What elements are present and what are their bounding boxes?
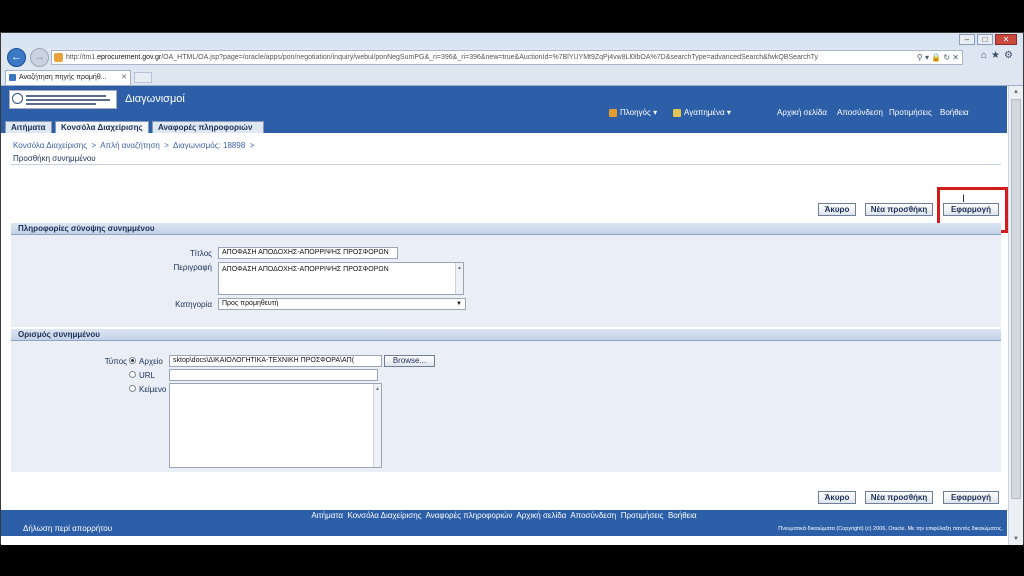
global-link-help[interactable]: Βοήθεια <box>940 108 969 117</box>
back-button[interactable]: ← <box>7 48 26 67</box>
summary-section: Πληροφορίες σύνοψης συνημμένου Τίτλος ΑΠ… <box>11 223 1001 327</box>
title-label: Τίτλος <box>189 249 212 258</box>
breadcrumb-tender[interactable]: Διαγωνισμός: 18898 <box>173 141 245 150</box>
url-domain: eprocurement.gov.gr <box>97 54 162 61</box>
text-cursor-icon: I <box>962 193 966 205</box>
footer-link-logout[interactable]: Αποσύνδεση <box>570 511 616 520</box>
add-another-button-bottom[interactable]: Νέα προσθήκη <box>865 491 933 504</box>
text-scrollbar[interactable]: ▲ <box>373 384 381 467</box>
close-window-button[interactable]: ✕ <box>995 34 1017 45</box>
url-path: /OA_HTML/OA.jsp?page=/oracle/apps/pon/ne… <box>161 54 819 61</box>
url-prefix: http://tm1. <box>66 54 98 61</box>
cancel-button-top[interactable]: Άκυρο <box>818 203 856 216</box>
site-favicon-icon <box>54 53 63 62</box>
definition-section: Ορισμός συνημμένου Τύπος Αρχείο sktop\do… <box>11 329 1001 472</box>
web-page: Διαγωνισμοί Πλοηγός ▾ Αγαπημένα ▾ Αρχική… <box>1 86 1023 545</box>
global-link-preferences[interactable]: Προτιμήσεις <box>889 108 932 117</box>
summary-section-header: Πληροφορίες σύνοψης συνημμένου <box>11 223 1001 235</box>
window-titlebar: – □ ✕ <box>1 33 1023 47</box>
footer-links: Αιτήματα Κονσόλα Διαχείρισης Αναφορές πλ… <box>1 510 1007 522</box>
tab-reports[interactable]: Αναφορές πληροφοριών <box>152 121 264 133</box>
browser-window: – □ ✕ ← → http://tm1.eprocurement.gov.gr… <box>0 32 1024 545</box>
tab-close-icon[interactable]: ✕ <box>121 71 127 84</box>
radio-text[interactable] <box>129 385 136 392</box>
category-label: Κατηγορία <box>175 300 212 309</box>
footer-bar: Δήλωση περί απορρήτου Πνευματικά δικαιώμ… <box>1 522 1007 536</box>
minimize-button[interactable]: – <box>959 34 975 45</box>
breadcrumb-separator: > <box>91 141 97 150</box>
browser-tab[interactable]: Αναζήτηση πηγής προμήθ... ✕ <box>5 70 131 85</box>
favorites-menu[interactable]: Αγαπημένα ▾ <box>673 108 731 117</box>
page-title: Προσθήκη συνημμένου <box>13 154 96 163</box>
new-tab-button[interactable] <box>134 72 152 83</box>
description-textarea[interactable]: ΑΠΟΦΑΣΗ ΑΠΟΔΟΧΗΣ-ΑΠΟΡΡΙΨΗΣ ΠΡΟΣΦΟΡΩΝ ▲▼ <box>218 262 464 295</box>
browser-tools-icons[interactable]: ⌂★⚙ <box>981 50 1017 61</box>
description-text: ΑΠΟΦΑΣΗ ΑΠΟΔΟΧΗΣ-ΑΠΟΡΡΙΨΗΣ ΠΡΟΣΦΟΡΩΝ <box>222 266 389 273</box>
copyright-text: Πνευματικά δικαιώματα (Copyright) (c) 20… <box>778 526 1003 532</box>
dropdown-arrow-icon: ▼ <box>456 301 462 307</box>
breadcrumb-separator: > <box>249 141 255 150</box>
browse-button[interactable]: Browse... <box>384 355 435 367</box>
emblem-icon <box>12 93 23 104</box>
radio-url[interactable] <box>129 371 136 378</box>
breadcrumb-simple-search[interactable]: Απλή αναζήτηση <box>100 141 160 150</box>
tab-admin-console[interactable]: Κονσόλα Διαχείρισης <box>55 121 149 133</box>
breadcrumb: Κονσόλα Διαχείρισης > Απλή αναζήτηση > Δ… <box>13 141 254 150</box>
radio-text-label: Κείμενο <box>139 385 167 394</box>
scroll-up-arrow-icon[interactable]: ▲ <box>1010 86 1022 98</box>
page-scrollbar[interactable]: ▲ ▼ <box>1008 86 1023 545</box>
radio-file-label: Αρχείο <box>139 357 163 366</box>
navigator-icon <box>609 108 617 117</box>
address-bar[interactable]: http://tm1.eprocurement.gov.gr/OA_HTML/O… <box>51 50 963 65</box>
category-selected-value: Προς προμηθευτή <box>222 300 279 307</box>
global-link-logout[interactable]: Αποσύνδεση <box>837 108 883 117</box>
ministry-logo <box>9 90 117 109</box>
footer-link-reports[interactable]: Αναφορές πληροφοριών <box>426 511 513 520</box>
radio-url-label: URL <box>139 371 156 380</box>
scroll-thumb[interactable] <box>1011 99 1021 499</box>
definition-section-header: Ορισμός συνημμένου <box>11 329 1001 341</box>
footer-link-admin-console[interactable]: Κονσόλα Διαχείρισης <box>347 511 421 520</box>
tab-title: Αναζήτηση πηγής προμήθ... <box>19 74 107 81</box>
title-divider <box>11 164 1001 165</box>
favorites-icon <box>673 108 681 117</box>
url-input[interactable] <box>169 369 378 381</box>
text-textarea[interactable]: ▲ <box>169 383 382 468</box>
radio-file[interactable] <box>129 357 136 364</box>
file-path-input[interactable]: sktop\docs\ΔΙΚΑΙΟΛΟΓΗΤΙΚΑ-ΤΕΧΝΙΚΗ ΠΡΟΣΦΟ… <box>169 355 382 367</box>
navigator-menu[interactable]: Πλοηγός ▾ <box>609 108 657 117</box>
breadcrumb-separator: > <box>164 141 169 150</box>
title-input[interactable]: ΑΠΟΦΑΣΗ ΑΠΟΔΟΧΗΣ-ΑΠΟΡΡΙΨΗΣ ΠΡΟΣΦΟΡΩΝ <box>218 247 398 259</box>
footer-link-home[interactable]: Αρχική σελίδα <box>516 511 566 520</box>
app-title: Διαγωνισμοί <box>125 93 185 105</box>
browser-tabbar: Αναζήτηση πηγής προμήθ... ✕ <box>1 69 1023 86</box>
description-scrollbar[interactable]: ▲▼ <box>455 263 463 294</box>
add-another-button-top[interactable]: Νέα προσθήκη <box>865 203 933 216</box>
browser-navbar: ← → http://tm1.eprocurement.gov.gr/OA_HT… <box>1 47 1023 69</box>
forward-button[interactable]: → <box>30 48 49 67</box>
global-link-home[interactable]: Αρχική σελίδα <box>777 108 827 117</box>
type-label: Τύπος <box>104 357 127 366</box>
breadcrumb-admin-console[interactable]: Κονσόλα Διαχείρισης <box>13 141 87 150</box>
tab-favicon-icon <box>9 74 16 81</box>
footer-link-help[interactable]: Βοήθεια <box>668 511 697 520</box>
maximize-button[interactable]: □ <box>977 34 993 45</box>
app-header: Διαγωνισμοί Πλοηγός ▾ Αγαπημένα ▾ Αρχική… <box>1 86 1007 133</box>
tab-requests[interactable]: Αιτήματα <box>5 121 52 133</box>
apply-button-bottom[interactable]: Εφαρμογή <box>943 491 999 504</box>
scroll-down-arrow-icon[interactable]: ▼ <box>1010 533 1022 545</box>
footer-link-preferences[interactable]: Προτιμήσεις <box>621 511 664 520</box>
privacy-link[interactable]: Δήλωση περί απορρήτου <box>23 524 112 533</box>
description-label: Περιγραφή <box>173 263 212 272</box>
category-select[interactable]: Προς προμηθευτή ▼ <box>218 298 466 310</box>
address-bar-icons[interactable]: ⚲ ▾ 🔒 ↻ ✕ <box>913 51 959 64</box>
cancel-button-bottom[interactable]: Άκυρο <box>818 491 856 504</box>
footer-link-requests[interactable]: Αιτήματα <box>311 511 343 520</box>
